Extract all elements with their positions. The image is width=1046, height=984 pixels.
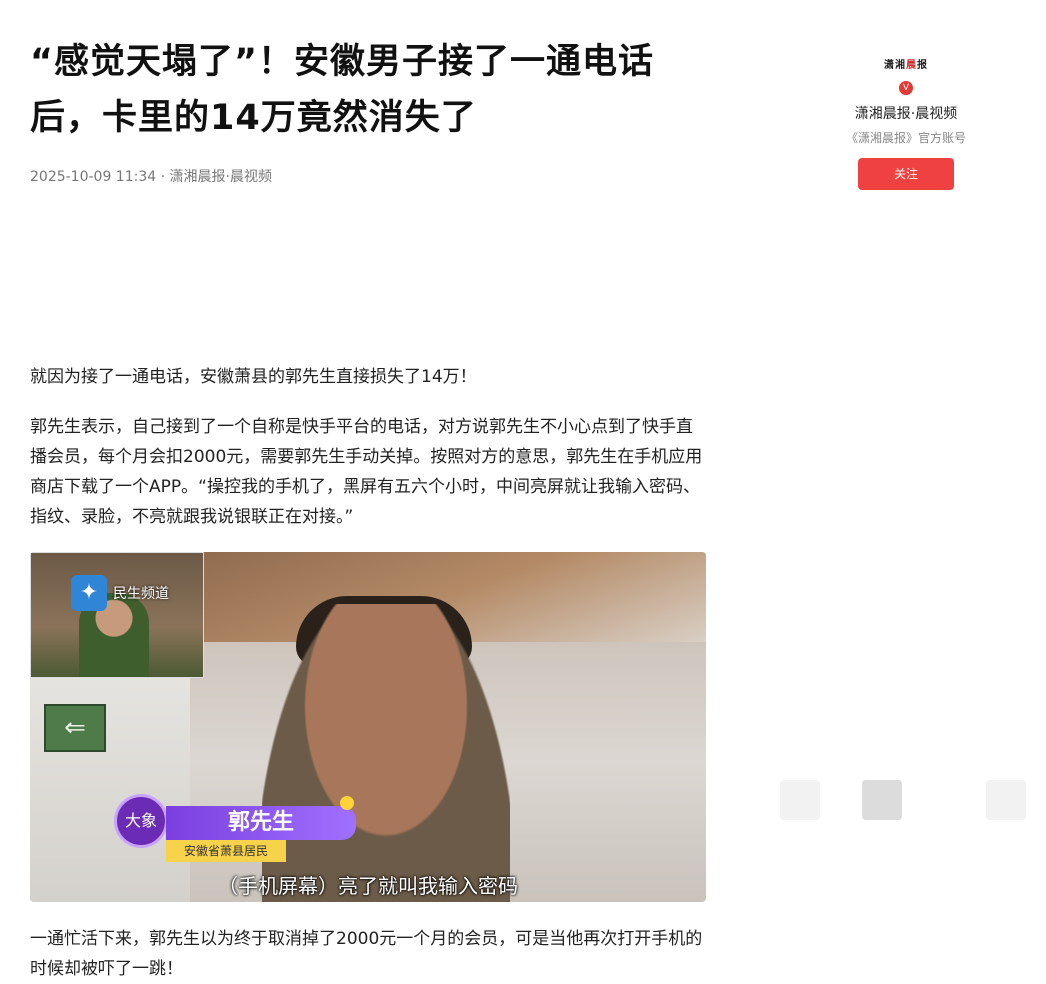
logo-part-b: 晨 <box>906 60 917 71</box>
name-dot <box>340 796 354 810</box>
video-person <box>262 604 510 902</box>
pip-brand: 民生频道 <box>113 586 169 602</box>
article-title: “感觉天塌了”！安徽男子接了一通电话 后，卡里的14万竟然消失了 <box>30 34 706 146</box>
verified-icon: V <box>899 81 913 95</box>
follow-button[interactable]: 关注 <box>858 158 954 190</box>
title-line-1: “感觉天塌了”！安徽男子接了一通电话 <box>30 42 655 82</box>
article: “感觉天塌了”！安徽男子接了一通电话 后，卡里的14万竟然消失了 2025-10… <box>30 34 706 979</box>
station-badge: 大象 <box>114 794 168 848</box>
publisher-logo: 潇湘晨报 <box>812 56 1000 71</box>
speaker-subtitle: 安徽省萧县居民 <box>166 840 286 862</box>
author-sidebar: 潇湘晨报 V 潇湘晨报·晨视频 《潇湘晨报》官方账号 关注 <box>812 56 1000 190</box>
toolbar-button-3[interactable] <box>986 780 1026 820</box>
paragraph-3: 一通忙活下来，郭先生以为终于取消掉了2000元一个月的会员，可是当他再次打开手机… <box>30 929 703 979</box>
account-name[interactable]: 潇湘晨报·晨视频 <box>812 103 1000 123</box>
logo-part-a: 潇湘 <box>884 60 906 71</box>
video-caption: （手机屏幕）亮了就叫我输入密码 <box>218 874 518 898</box>
speaker-name: 郭先生 <box>166 806 356 840</box>
toolbar-button-2[interactable] <box>862 780 902 820</box>
article-meta: 2025-10-09 11:34 · 潇湘晨报·晨视频 <box>30 169 272 185</box>
title-line-2: 后，卡里的14万竟然消失了 <box>30 98 477 138</box>
toolbar-button-1[interactable] <box>780 780 820 820</box>
video-pip: ✦ 民生频道 <box>30 552 204 678</box>
exit-sign: ⇐ <box>44 704 106 752</box>
paragraph-2: 郭先生表示，自己接到了一个自称是快手平台的电话，对方说郭先生不小心点到了快手直播… <box>30 417 703 527</box>
logo-part-c: 报 <box>917 60 928 71</box>
channel-logo-icon: ✦ <box>71 575 107 611</box>
paragraph-1: 就因为接了一通电话，安徽萧县的郭先生直接损失了14万！ <box>30 367 477 387</box>
video-player[interactable]: ⇐ ✦ 民生频道 大象 郭先生 安徽省萧县居民 （手机屏幕）亮了就叫我输入密码 <box>30 552 706 902</box>
account-description: 《潇湘晨报》官方账号 <box>845 131 966 145</box>
